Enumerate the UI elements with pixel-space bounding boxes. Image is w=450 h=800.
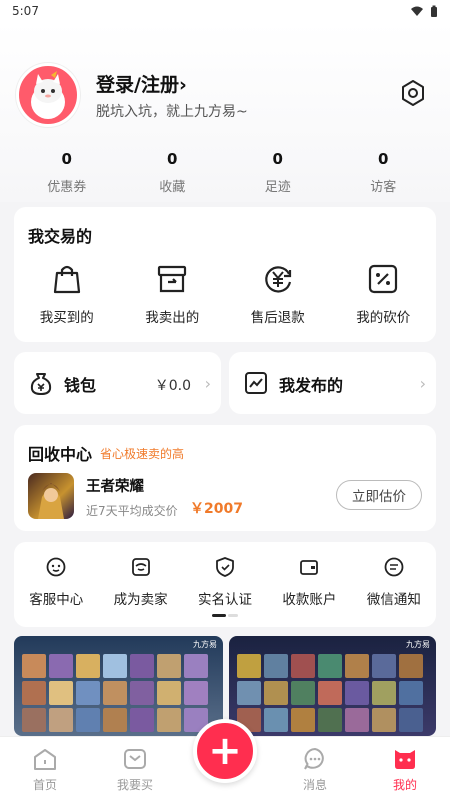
- estimate-now-button[interactable]: 立即估价: [336, 480, 422, 510]
- stat-label: 访客: [370, 180, 397, 195]
- stat-value: 0: [61, 150, 72, 168]
- card-icon: [300, 560, 319, 575]
- banner-right[interactable]: 九方易: [229, 636, 436, 736]
- services-card: 客服中心 成为卖家 实名认证 收款账户 微信通知: [14, 542, 436, 627]
- gamepad-icon: [124, 749, 146, 769]
- my-trades-card: 我交易的 我买到的 我卖出的 售后退款 我的砍价: [14, 207, 436, 342]
- battery-icon: [431, 5, 437, 17]
- banner-grid: [237, 654, 423, 732]
- stat-value: 0: [167, 150, 178, 168]
- service-become-seller[interactable]: 成为卖家: [98, 556, 182, 608]
- avatar[interactable]: [16, 63, 80, 127]
- banner-grid: [22, 654, 208, 732]
- tab-messages[interactable]: 消息: [270, 737, 360, 800]
- tab-label: 我要买: [116, 778, 153, 792]
- service-label: 实名认证: [198, 592, 253, 608]
- tab-mine[interactable]: 我的: [360, 737, 450, 800]
- service-real-name[interactable]: 实名认证: [183, 556, 267, 608]
- trade-item-sold[interactable]: 我卖出的: [120, 262, 226, 326]
- game-name: 王者荣耀: [86, 479, 144, 495]
- trade-label: 售后退款: [250, 310, 305, 326]
- trade-label: 我卖出的: [145, 310, 200, 326]
- wallet-icon: [30, 373, 52, 395]
- chevron-right-icon: ›: [204, 374, 211, 393]
- average-price-label: 近7天平均成交价: [86, 504, 178, 518]
- banner-left[interactable]: 九方易: [14, 636, 223, 736]
- recycle-center-tag: 省心极速卖的高: [100, 447, 185, 461]
- average-price-value: ￥2007: [190, 501, 243, 517]
- shopping-bag-icon: [53, 265, 80, 294]
- recycle-center-title: 回收中心: [28, 445, 93, 464]
- tab-home[interactable]: 首页: [0, 737, 90, 800]
- login-register-link[interactable]: 登录/注册›: [96, 70, 187, 97]
- banner-brand: 九方易: [193, 640, 217, 649]
- headset-icon: [46, 557, 66, 577]
- stat-favorites[interactable]: 0 收藏: [120, 150, 226, 195]
- yuan-refund-icon: [265, 266, 291, 293]
- shop-icon: [131, 558, 150, 576]
- discount-icon: [369, 264, 398, 294]
- status-bar: 5:07: [0, 0, 450, 22]
- my-trades-title: 我交易的: [28, 227, 93, 246]
- box-icon: [158, 265, 187, 293]
- stat-value: 0: [272, 150, 283, 168]
- profile-tagline: 脱坑入坑，就上九方易~: [96, 104, 248, 120]
- stat-visitors[interactable]: 0 访客: [331, 150, 437, 195]
- banner-brand: 九方易: [406, 640, 430, 649]
- service-wechat-notify[interactable]: 微信通知: [352, 556, 436, 608]
- trade-label: 我买到的: [39, 310, 94, 326]
- service-payment-account[interactable]: 收款账户: [267, 556, 351, 608]
- my-published-card[interactable]: 我发布的 ›: [229, 352, 436, 414]
- status-time: 5:07: [12, 4, 39, 18]
- stat-value: 0: [378, 150, 389, 168]
- trade-item-bargain[interactable]: 我的砍价: [331, 262, 437, 326]
- page-indicator: [212, 614, 238, 617]
- home-icon: [34, 749, 56, 770]
- stat-history[interactable]: 0 足迹: [225, 150, 331, 195]
- tab-label: 首页: [32, 778, 57, 792]
- stat-coupons[interactable]: 0 优惠券: [14, 150, 120, 195]
- my-published-label: 我发布的: [279, 376, 344, 395]
- service-label: 客服中心: [29, 592, 84, 608]
- settings-icon: [402, 80, 424, 106]
- shield-icon: [216, 557, 234, 577]
- trade-item-refund[interactable]: 售后退款: [225, 262, 331, 326]
- recycle-center-card: 回收中心 省心极速卖的高 王者荣耀 近7天平均成交价 ￥2007 立即估价: [14, 425, 436, 531]
- chevron-right-icon: ›: [419, 374, 426, 393]
- status-icons: [410, 5, 438, 18]
- stat-label: 收藏: [159, 180, 186, 195]
- trend-chart-icon: [245, 372, 267, 394]
- stat-label: 优惠券: [47, 180, 87, 195]
- game-thumbnail[interactable]: [28, 473, 74, 519]
- wallet-balance: ￥0.0: [154, 378, 191, 394]
- chat-icon: [304, 747, 324, 770]
- stat-label: 足迹: [264, 180, 291, 195]
- service-customer-center[interactable]: 客服中心: [14, 556, 98, 608]
- settings-button[interactable]: [398, 78, 428, 108]
- service-label: 微信通知: [366, 592, 421, 608]
- service-label: 成为卖家: [113, 592, 168, 608]
- tab-buy[interactable]: 我要买: [90, 737, 180, 800]
- tab-label: 消息: [302, 778, 327, 792]
- trade-label: 我的砍价: [356, 310, 411, 326]
- publish-plus-button[interactable]: +: [193, 719, 257, 783]
- wallet-card[interactable]: 钱包 ￥0.0 ›: [14, 352, 221, 414]
- cat-face-icon: [395, 750, 415, 769]
- trade-item-bought[interactable]: 我买到的: [14, 262, 120, 326]
- wifi-icon: [411, 6, 423, 16]
- wechat-icon: [384, 557, 404, 577]
- stats-row: 0 优惠券 0 收藏 0 足迹 0 访客: [14, 150, 436, 195]
- wallet-label: 钱包: [64, 376, 97, 395]
- service-label: 收款账户: [282, 592, 337, 608]
- tab-label: 我的: [392, 778, 417, 792]
